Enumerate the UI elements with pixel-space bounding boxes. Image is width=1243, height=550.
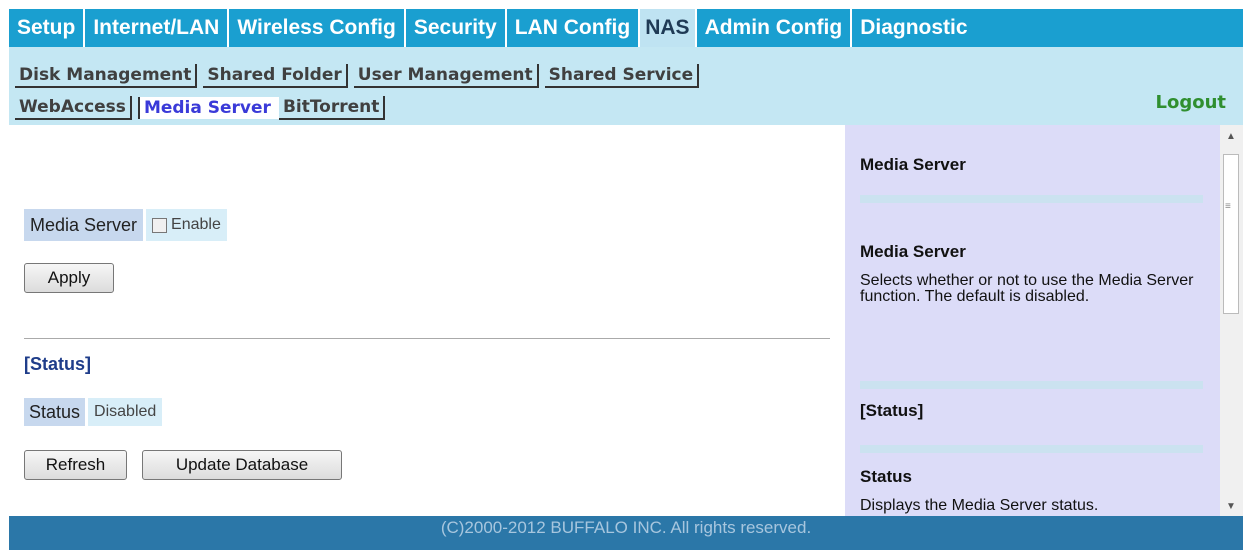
tab-diagnostic[interactable]: Diagnostic bbox=[852, 9, 975, 47]
help-status-section-heading: [Status] bbox=[860, 401, 924, 420]
tab-wireless-config[interactable]: Wireless Config bbox=[229, 9, 406, 47]
status-row: Status Disabled bbox=[24, 398, 163, 426]
main-content: Media Server Enable Apply [Status] Statu… bbox=[9, 125, 845, 516]
subtab-shared-service[interactable]: Shared Service bbox=[544, 64, 700, 88]
scroll-up-icon[interactable]: ▲ bbox=[1226, 131, 1236, 142]
help-media-server-text: Selects whether or not to use the Media … bbox=[860, 272, 1194, 305]
apply-button[interactable]: Apply bbox=[24, 263, 114, 293]
copyright-text: (C)2000-2012 BUFFALO INC. All rights res… bbox=[440, 518, 812, 537]
logout-link[interactable]: Logout bbox=[1155, 92, 1226, 113]
top-nav: Setup Internet/LAN Wireless Config Secur… bbox=[9, 9, 1243, 47]
help-separator bbox=[860, 381, 1203, 389]
tab-setup[interactable]: Setup bbox=[9, 9, 86, 47]
tab-security[interactable]: Security bbox=[406, 9, 507, 47]
enable-label: Enable bbox=[171, 216, 221, 233]
refresh-button[interactable]: Refresh bbox=[24, 450, 127, 480]
enable-checkbox[interactable] bbox=[152, 217, 168, 233]
help-title: Media Server bbox=[860, 155, 966, 174]
help-media-server-heading: Media Server bbox=[860, 242, 966, 261]
subtab-shared-folder[interactable]: Shared Folder bbox=[203, 64, 348, 88]
subtab-media-server[interactable]: Media Server bbox=[137, 97, 279, 119]
help-status-heading: Status bbox=[860, 467, 912, 486]
tab-internet-lan[interactable]: Internet/LAN bbox=[85, 9, 230, 47]
scroll-thumb[interactable] bbox=[1223, 154, 1239, 314]
update-database-button[interactable]: Update Database bbox=[142, 450, 342, 480]
tab-admin-config[interactable]: Admin Config bbox=[697, 9, 853, 47]
divider bbox=[24, 338, 830, 339]
subtab-disk-management[interactable]: Disk Management bbox=[15, 64, 198, 88]
help-status-text: Displays the Media Server status. bbox=[860, 497, 1099, 514]
help-separator bbox=[860, 195, 1203, 203]
subtab-user-management[interactable]: User Management bbox=[353, 64, 539, 88]
enable-field: Enable bbox=[146, 209, 227, 241]
sub-nav: Disk Management Shared Folder User Manag… bbox=[9, 47, 1243, 125]
media-server-row: Media Server Enable bbox=[24, 209, 227, 241]
help-separator bbox=[860, 445, 1203, 453]
scroll-down-icon[interactable]: ▼ bbox=[1226, 501, 1236, 512]
status-value: Disabled bbox=[88, 398, 163, 426]
status-label: Status bbox=[24, 398, 86, 426]
footer: (C)2000-2012 BUFFALO INC. All rights res… bbox=[9, 516, 1243, 550]
status-section-heading: [Status] bbox=[24, 354, 91, 374]
tab-lan-config[interactable]: LAN Config bbox=[507, 9, 641, 47]
subtab-webaccess[interactable]: WebAccess bbox=[15, 96, 132, 120]
media-server-label: Media Server bbox=[24, 209, 144, 241]
help-scrollbar[interactable]: ▲ ≡ ▼ bbox=[1220, 125, 1243, 516]
tab-nas[interactable]: NAS bbox=[640, 9, 697, 47]
scroll-grip-icon: ≡ bbox=[1225, 201, 1231, 212]
subtab-bittorrent[interactable]: BitTorrent bbox=[278, 96, 386, 120]
help-panel: Media Server Media Server Selects whethe… bbox=[845, 125, 1220, 516]
